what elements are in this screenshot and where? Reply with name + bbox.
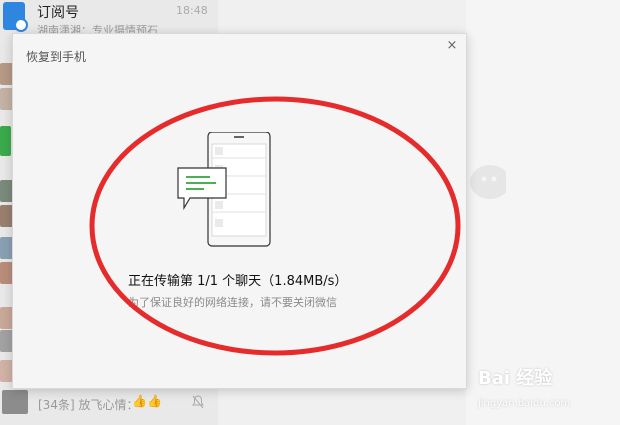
restore-to-phone-dialog: 恢复到手机 × 正在传输第 1/1 个聊天（1.84MB/s） 为了保证良好的网… [12, 33, 467, 389]
chat-background [466, 0, 620, 425]
dialog-title: 恢复到手机 [26, 50, 87, 64]
phone-transfer-illustration [177, 132, 271, 247]
close-button[interactable]: × [444, 38, 460, 54]
chat-item-time: 18:48 [176, 4, 208, 17]
baidu-watermark: Bai 经验 jingyan.baidu.com [478, 364, 620, 422]
chat-item-subscriptions[interactable]: 订阅号 18:48 湖南潇湘：专业摄情预石 [0, 0, 218, 37]
subscriptions-icon [3, 2, 28, 32]
chat-item-title: 订阅号 [37, 5, 79, 21]
thumbs-up-emoji: 👍👍 [132, 394, 162, 408]
watermark-url: jingyan.baidu.com [478, 398, 571, 409]
avatar [2, 390, 28, 414]
transfer-hint: 为了保证良好的网络连接，请不要关闭微信 [128, 296, 337, 309]
mute-bell-icon [192, 395, 204, 409]
transfer-status: 正在传输第 1/1 个聊天（1.84MB/s） [128, 274, 348, 289]
avatar[interactable] [0, 126, 11, 156]
wechat-logo-icon [470, 165, 506, 199]
chat-item-preview: [34条] 放飞心情： [38, 398, 139, 412]
chat-item-group[interactable]: [34条] 放飞心情： 👍👍 [0, 388, 218, 418]
watermark-text: Bai 经验 [478, 368, 553, 389]
